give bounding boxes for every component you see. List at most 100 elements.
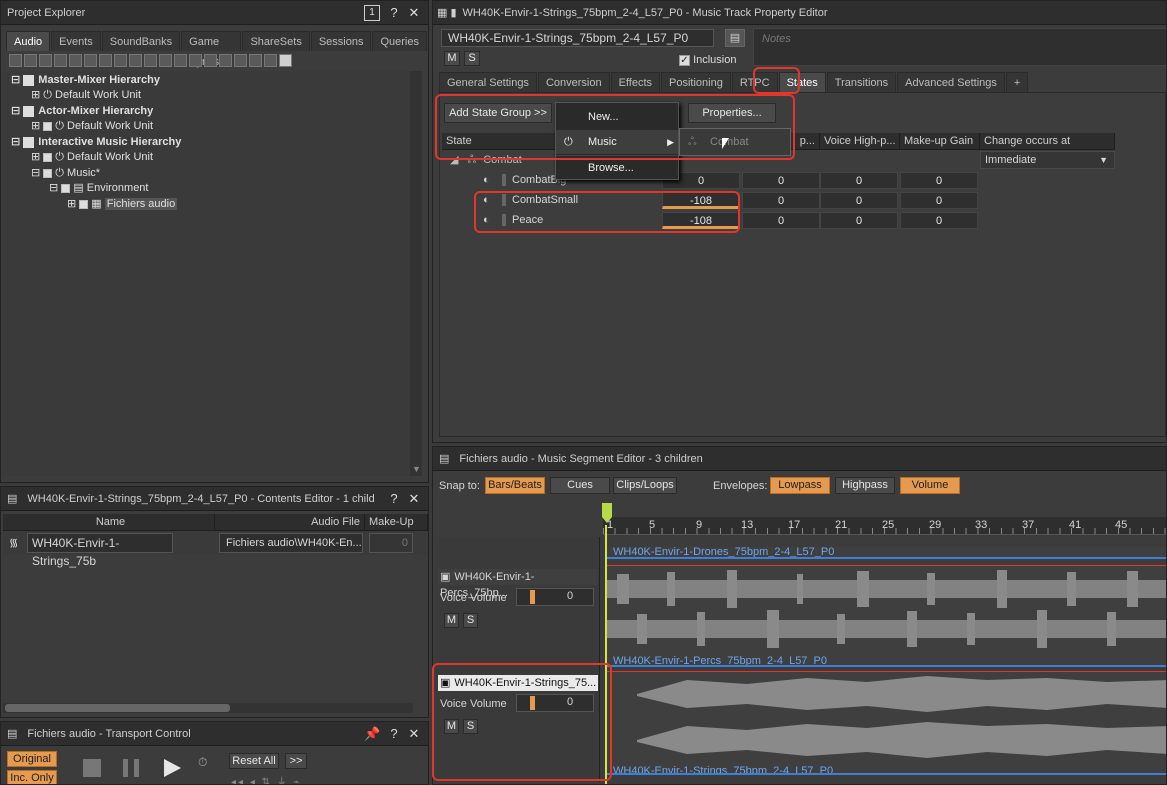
state-row[interactable]: ◐ Peace -108 0 0 0 — [480, 212, 980, 231]
toolbar-icon[interactable] — [234, 54, 247, 67]
more-button[interactable]: >> — [285, 753, 307, 769]
tree-item-fichiers-audio[interactable]: ⊞ ▦ Fichiers audio — [67, 197, 178, 212]
envelope-volume-button[interactable]: Volume — [900, 477, 960, 494]
timeline-ruler[interactable]: 1 5 9 13 17 21 25 29 33 37 41 45 — [603, 517, 1166, 535]
state-value-highpass[interactable]: 0 — [742, 192, 820, 209]
pause-button[interactable] — [123, 759, 139, 777]
state-value-highpass[interactable]: 0 — [742, 212, 820, 229]
state-row[interactable]: ◐ CombatSmall -108 0 0 0 — [480, 192, 980, 211]
mute-button[interactable]: M — [444, 719, 459, 734]
play-button[interactable] — [164, 759, 181, 777]
tab-events[interactable]: Events — [51, 31, 101, 51]
tree-item-environment[interactable]: ⊟ ▤ Environment — [49, 181, 149, 196]
close-icon[interactable]: ✕ — [406, 491, 422, 507]
toolbar-icon[interactable] — [84, 54, 97, 67]
toolbar-icon[interactable] — [174, 54, 187, 67]
state-value-voice-highpass[interactable]: 0 — [820, 192, 898, 209]
tree-item-default-work-unit[interactable]: ⊞ ⏻ Default Work Unit — [31, 150, 153, 165]
stop-button[interactable] — [83, 759, 101, 777]
column-makeup-gain[interactable]: Make-up Gain — [900, 133, 980, 150]
tab-advanced-settings[interactable]: Advanced Settings — [897, 72, 1005, 92]
envelope-lowpass-button[interactable]: Lowpass — [770, 477, 830, 494]
pin-icon[interactable]: 📌 — [364, 726, 380, 742]
state-value-voice-highpass[interactable]: 0 — [820, 172, 898, 189]
toolbar-icon[interactable] — [9, 54, 22, 67]
tab-general-settings[interactable]: General Settings — [439, 72, 537, 92]
voice-volume-slider[interactable]: 0 — [516, 694, 594, 712]
tree-item-music[interactable]: ⊟ ⏻ Music* — [31, 166, 100, 181]
voice-volume-slider[interactable]: 0 — [516, 588, 594, 606]
close-icon[interactable]: ✕ — [406, 5, 422, 21]
close-icon[interactable]: ✕ — [406, 726, 422, 742]
tree-item-interactive-music[interactable]: ⊟ Interactive Music Hierarchy — [11, 135, 181, 150]
inclusion-checkbox[interactable] — [79, 199, 89, 209]
toolbar-icon[interactable] — [24, 54, 37, 67]
toolbar-icon[interactable] — [159, 54, 172, 67]
tab-add[interactable]: + — [1005, 72, 1029, 92]
tab-conversion[interactable]: Conversion — [537, 72, 610, 92]
tab-states[interactable]: States — [778, 72, 826, 92]
object-name-field[interactable]: WH40K-Envir-1-Strings_75bpm_2-4_L57_P0 — [441, 29, 714, 47]
toolbar-icon[interactable] — [219, 54, 232, 67]
toolbar-icon[interactable] — [189, 54, 202, 67]
notes-field[interactable]: Notes — [753, 28, 1166, 66]
row-makeup-cell[interactable]: 0 — [369, 533, 413, 553]
inclusion-checkbox[interactable]: ✓ — [679, 54, 690, 66]
column-makeup-gain[interactable]: Make-Up Ga — [365, 514, 428, 544]
snap-bars-beats-button[interactable]: Bars/Beats — [485, 477, 545, 494]
toolbar-icon[interactable] — [129, 54, 142, 67]
reset-all-button[interactable]: Reset All — [229, 753, 279, 769]
state-value-makeup[interactable]: 0 — [900, 172, 978, 189]
toolbar-icon[interactable] — [264, 54, 277, 67]
tree-item-master-mixer[interactable]: ⊟ Master-Mixer Hierarchy — [11, 73, 160, 88]
column-name[interactable]: Name — [3, 514, 215, 531]
audio-clip[interactable]: WH40K-Envir-1-Percs_75bpm_2-4_L57_P0 — [607, 565, 1166, 667]
mute-button[interactable]: M — [444, 613, 459, 628]
toolbar-icon[interactable] — [69, 54, 82, 67]
state-value-highpass[interactable]: 0 — [742, 172, 820, 189]
snap-clips-loops-button[interactable]: Clips/Loops — [613, 477, 677, 494]
state-value-lowpass[interactable]: -108 — [662, 212, 740, 229]
track-header[interactable]: ▣ WH40K-Envir-1-Percs_75bp... Voice Volum… — [436, 567, 600, 657]
menu-item-browse[interactable]: Browse... — [556, 155, 678, 179]
toolbar-icon[interactable] — [204, 54, 217, 67]
tree-item-default-work-unit[interactable]: ⊞ ⏻ Default Work Unit — [31, 119, 153, 134]
pin-icon[interactable]: 1 — [364, 5, 380, 21]
tab-game-syncs[interactable]: Game Syncs — [181, 31, 242, 68]
tab-effects[interactable]: Effects — [610, 72, 661, 92]
state-value-makeup[interactable]: 0 — [900, 212, 978, 229]
tab-rtpc[interactable]: RTPC — [731, 72, 778, 92]
toolbar-icon[interactable] — [114, 54, 127, 67]
solo-button[interactable]: S — [463, 719, 478, 734]
tab-sessions[interactable]: Sessions — [310, 31, 372, 51]
help-icon[interactable]: ? — [386, 491, 402, 507]
audio-clip[interactable]: WH40K-Envir-1-Drones_75bpm_2-4_L57_P0 — [607, 547, 1166, 559]
toolbar-icon[interactable] — [249, 54, 262, 67]
tree-item-actor-mixer[interactable]: ⊟ Actor-Mixer Hierarchy — [11, 104, 153, 119]
tab-sharesets[interactable]: ShareSets — [242, 31, 310, 51]
original-button[interactable]: Original — [7, 751, 57, 767]
table-row[interactable]: ᯾ WH40K-Envir-1-Strings_75b Fichiers aud… — [3, 531, 428, 568]
help-icon[interactable]: ? — [386, 5, 402, 21]
column-change-occurs-at[interactable]: Change occurs at — [980, 133, 1115, 150]
tab-transitions[interactable]: Transitions — [826, 72, 897, 92]
envelope-highpass-button[interactable]: Highpass — [835, 477, 895, 494]
tab-soundbanks[interactable]: SoundBanks — [101, 31, 181, 51]
column-audio-file[interactable]: Audio File — [215, 514, 365, 531]
menu-item-new[interactable]: New... — [556, 105, 678, 129]
inclusion-toggle[interactable]: ✓ Inclusion — [679, 54, 736, 66]
help-icon[interactable]: ? — [386, 726, 402, 742]
change-occurs-dropdown[interactable]: Immediate ▼ — [980, 151, 1115, 169]
properties-button[interactable]: Properties... — [688, 103, 776, 123]
toolbar-icon[interactable] — [99, 54, 112, 67]
solo-button[interactable]: S — [464, 51, 480, 66]
horizontal-scrollbar[interactable] — [3, 703, 413, 713]
tab-queries[interactable]: Queries — [372, 31, 427, 51]
tab-positioning[interactable]: Positioning — [661, 72, 731, 92]
mute-button[interactable]: M — [444, 51, 460, 66]
add-state-group-button[interactable]: Add State Group >> — [444, 103, 552, 123]
collapse-icon[interactable]: ◢ — [450, 154, 458, 166]
submenu-item-combat[interactable]: ஃ Combat — [680, 131, 790, 153]
inclusion-checkbox[interactable] — [43, 168, 53, 178]
audio-clip[interactable]: WH40K-Envir-1-Strings_75bpm_2-4_L57_P0 — [607, 671, 1166, 775]
